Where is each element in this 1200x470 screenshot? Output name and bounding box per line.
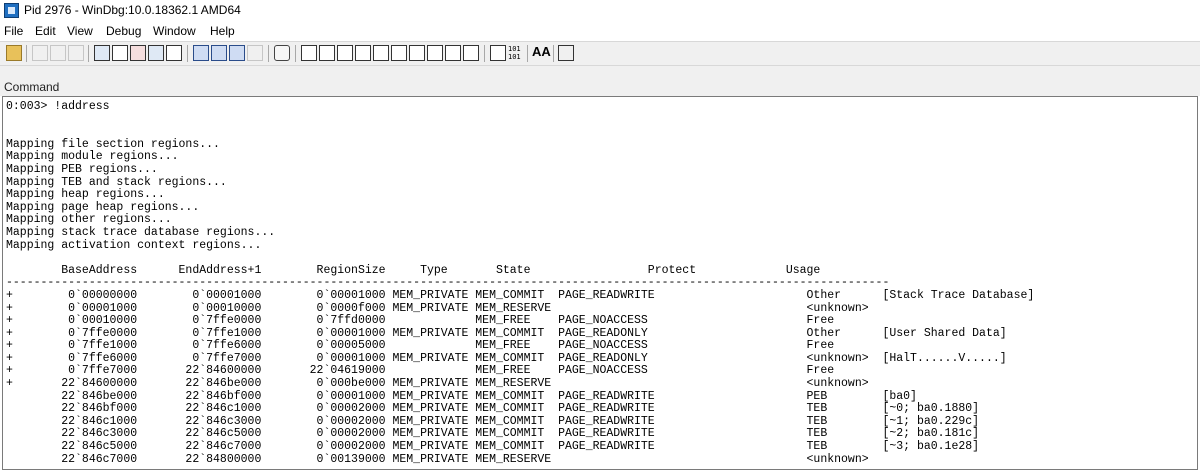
output-line: 22`846bf000 22`846c1000 0`00002000 MEM_P…: [6, 402, 980, 416]
options-icon[interactable]: [558, 45, 574, 61]
menu-edit[interactable]: Edit: [35, 24, 56, 38]
toolbar-separator: [553, 45, 554, 62]
toolbar-separator: [187, 45, 188, 62]
command-pane-title: Command: [4, 80, 60, 94]
menu-view[interactable]: View: [67, 24, 93, 38]
restart-icon[interactable]: [112, 45, 128, 61]
font-icon[interactable]: AA: [532, 44, 551, 59]
toolbar-separator: [527, 45, 528, 62]
break-icon[interactable]: [166, 45, 182, 61]
output-line: 22`846c5000 22`846c7000 0`00002000 MEM_P…: [6, 440, 980, 454]
cut-icon[interactable]: [32, 45, 48, 61]
scratch-pad-icon[interactable]: [427, 45, 443, 61]
locals-window-icon[interactable]: [337, 45, 353, 61]
toolbar: 101 101 AA: [0, 41, 1200, 66]
hex-mode-icon[interactable]: 101 101: [508, 45, 521, 61]
toolbar-separator: [295, 45, 296, 62]
menu-window[interactable]: Window: [153, 24, 196, 38]
go-icon[interactable]: [94, 45, 110, 61]
menu-file[interactable]: File: [4, 24, 23, 38]
pane-gap: [0, 66, 1200, 79]
source-mode-icon[interactable]: [490, 45, 506, 61]
output-line: 22`846c7000 22`84800000 0`00139000 MEM_P…: [6, 452, 869, 466]
hex-glyph-line2: 101: [508, 53, 521, 61]
hex-glyph-line1: 101: [508, 45, 521, 53]
output-line: 0:003> !address: [6, 100, 110, 113]
output-line: Mapping module regions...: [6, 150, 179, 164]
command-window-icon[interactable]: [301, 45, 317, 61]
output-line: + 22`84600000 22`846be000 0`000be000 MEM…: [6, 377, 869, 391]
run-to-cursor-icon[interactable]: [247, 45, 263, 61]
command-pane-header: Command: [0, 79, 1200, 96]
step-into-icon[interactable]: [193, 45, 209, 61]
output-window-icon[interactable]: [463, 45, 479, 61]
step-over-icon[interactable]: [211, 45, 227, 61]
paste-icon[interactable]: [68, 45, 84, 61]
detach-icon[interactable]: [148, 45, 164, 61]
toolbar-separator: [88, 45, 89, 62]
windbg-app-icon: [4, 3, 19, 18]
output-line: + 0`7ffe1000 0`7ffe6000 0`00005000 MEM_F…: [6, 339, 835, 353]
step-out-icon[interactable]: [229, 45, 245, 61]
output-lines: 0:003> !address Mapping file section regi…: [6, 100, 1035, 466]
copy-icon[interactable]: [50, 45, 66, 61]
toolbar-separator: [268, 45, 269, 62]
output-line: Mapping activation context regions...: [6, 238, 262, 252]
output-line: + 0`00000000 0`00001000 0`00001000 MEM_P…: [6, 288, 1035, 302]
open-folder-icon[interactable]: [6, 45, 22, 61]
output-line: Mapping stack trace database regions...: [6, 225, 276, 239]
processes-threads-icon[interactable]: [445, 45, 461, 61]
toolbar-separator: [26, 45, 27, 62]
registers-window-icon[interactable]: [355, 45, 371, 61]
command-output[interactable]: 0:003> !address Mapping file section regi…: [2, 96, 1198, 470]
watch-window-icon[interactable]: [319, 45, 335, 61]
toolbar-separator: [484, 45, 485, 62]
disassembly-window-icon[interactable]: [409, 45, 425, 61]
output-line: Mapping heap regions...: [6, 188, 165, 202]
hand-breakpoint-icon[interactable]: [274, 45, 290, 61]
title-bar: Pid 2976 - WinDbg:10.0.18362.1 AMD64: [0, 0, 1200, 22]
stop-debugging-icon[interactable]: [130, 45, 146, 61]
call-stack-window-icon[interactable]: [391, 45, 407, 61]
output-line: Mapping PEB regions...: [6, 162, 158, 176]
output-line: + 0`00010000 0`7ffe0000 0`7ffd0000 MEM_F…: [6, 314, 835, 328]
memory-window-icon[interactable]: [373, 45, 389, 61]
window-title: Pid 2976 - WinDbg:10.0.18362.1 AMD64: [24, 3, 241, 17]
menu-bar: File Edit View Debug Window Help: [0, 22, 1200, 40]
menu-debug[interactable]: Debug: [106, 24, 141, 38]
menu-help[interactable]: Help: [210, 24, 235, 38]
